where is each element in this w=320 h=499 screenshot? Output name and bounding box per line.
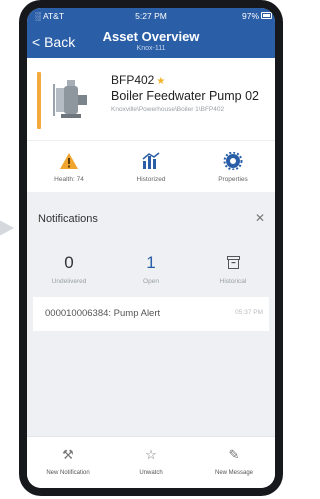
close-icon[interactable]: ✕	[255, 211, 265, 225]
compose-icon: ✎	[228, 447, 240, 462]
unwatch-button[interactable]: ☆ Unwatch	[110, 437, 192, 488]
asset-card: BFP402 ★ Boiler Feedwater Pump 02 Knoxvil…	[27, 58, 275, 140]
background-arrow	[0, 216, 14, 240]
notification-time: 05:37 PM	[235, 309, 263, 316]
asset-path: Knoxville\Powerhouse\Boiler 1\BFP402	[111, 106, 225, 113]
counter-open[interactable]: 1 Open	[111, 252, 191, 285]
page-title: Asset Overview	[102, 29, 200, 44]
star-outline-icon: ☆	[145, 447, 157, 462]
header-bar: ░ AT&T 5:27 PM 97% < Back Asset Overview…	[27, 8, 275, 58]
counter-undelivered[interactable]: 0 Undelivered	[29, 252, 109, 285]
notification-counters: 0 Undelivered 1 Open Historical	[27, 252, 275, 292]
gear-icon	[223, 152, 243, 170]
warning-triangle-icon	[60, 153, 78, 169]
list-item[interactable]: 000010006384: Pump Alert 05:37 PM	[33, 297, 269, 331]
battery-percent: 97%	[241, 11, 259, 21]
favorite-star-icon[interactable]: ★	[156, 76, 165, 87]
asset-accent-bar	[37, 72, 41, 129]
status-bar: ░ AT&T 5:27 PM 97%	[27, 11, 275, 23]
status-time: 5:27 PM	[135, 11, 167, 21]
new-notification-button[interactable]: ⚒ New Notification	[27, 437, 109, 488]
phone-frame: ░ AT&T 5:27 PM 97% < Back Asset Overview…	[19, 0, 283, 496]
tile-historized[interactable]: Historized	[111, 141, 191, 193]
notifications-title: Notifications	[38, 213, 98, 225]
pump-icon	[53, 80, 87, 118]
page-subtitle: Knox-111	[136, 45, 166, 52]
asset-id: BFP402 ★	[111, 73, 166, 87]
bar-chart-icon	[142, 152, 160, 169]
notifications-panel: Notifications ✕ 0 Undelivered 1 Open His…	[27, 196, 275, 420]
quick-tiles: Health: 74 Historized Properties	[27, 140, 275, 192]
asset-name: Boiler Feedwater Pump 02	[111, 89, 259, 103]
new-message-button[interactable]: ✎ New Message	[193, 437, 275, 488]
tools-icon: ⚒	[62, 447, 74, 462]
bottom-toolbar: ⚒ New Notification ☆ Unwatch ✎ New Messa…	[27, 436, 275, 488]
notification-text: 000010006384: Pump Alert	[45, 308, 161, 319]
tile-properties[interactable]: Properties	[193, 141, 273, 193]
counter-historical[interactable]: Historical	[193, 252, 273, 285]
app-screen: ░ AT&T 5:27 PM 97% < Back Asset Overview…	[27, 8, 275, 488]
archive-box-icon	[226, 256, 240, 269]
tile-health[interactable]: Health: 74	[29, 141, 109, 193]
battery-icon	[261, 12, 272, 19]
